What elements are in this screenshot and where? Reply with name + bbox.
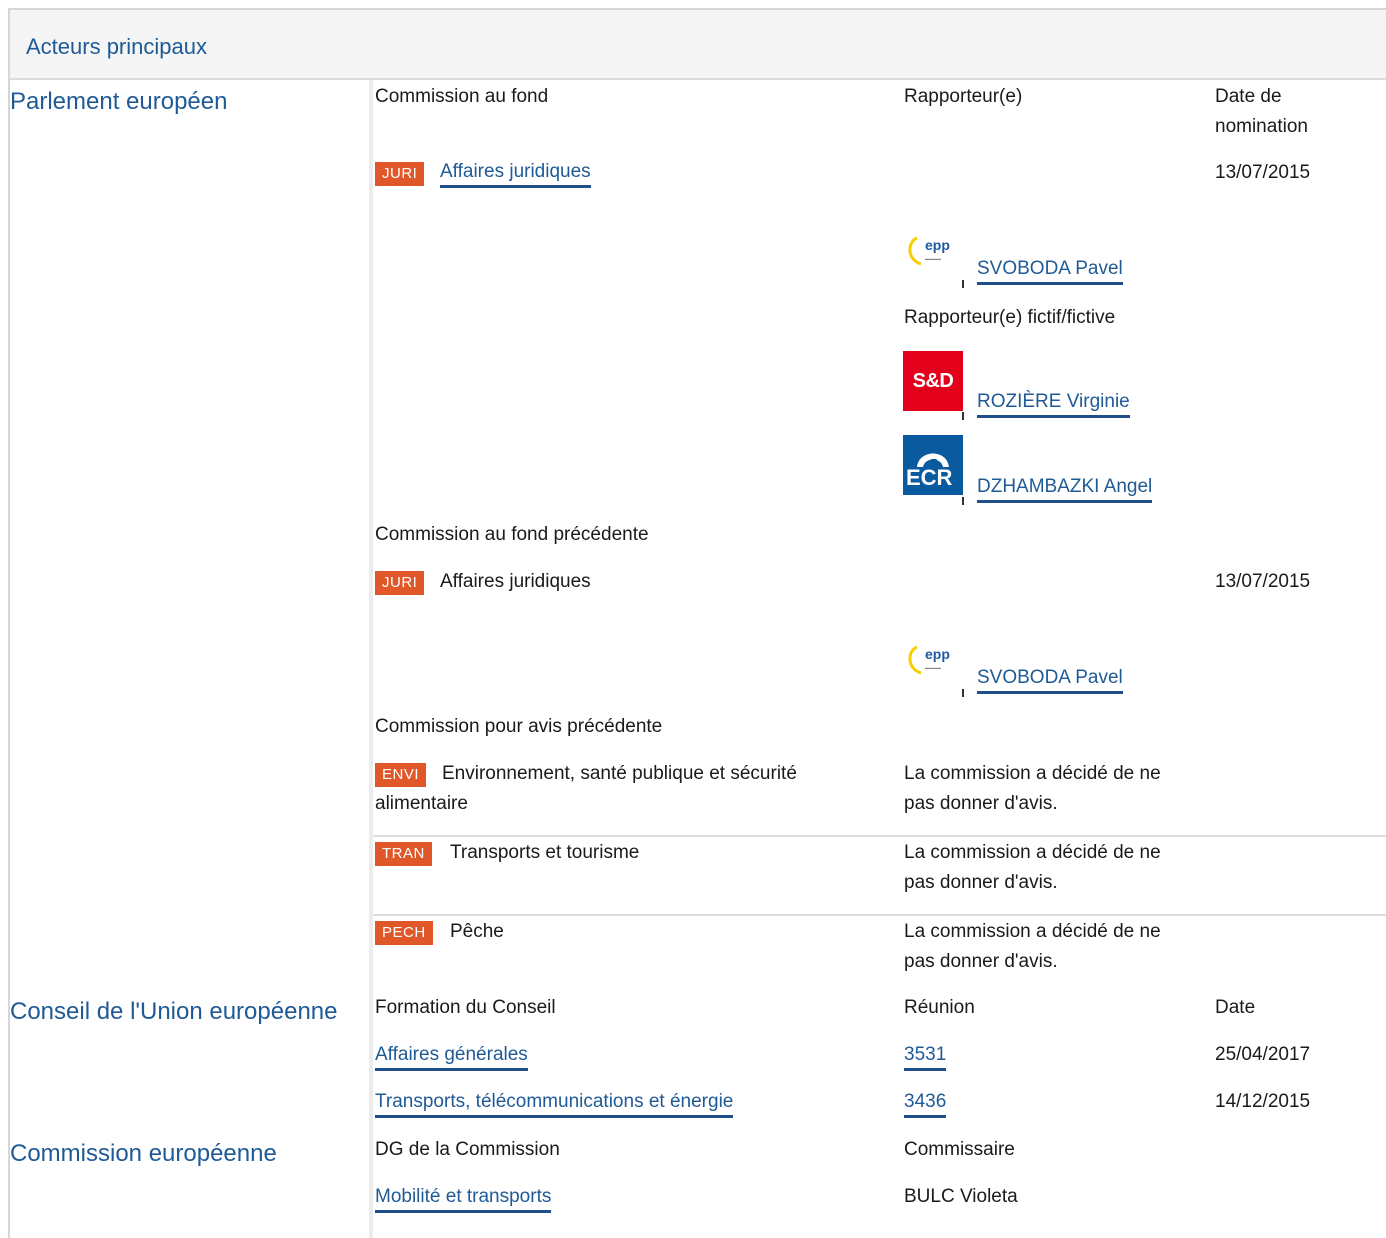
opinion-decision-cont: pas donner d'avis. [904, 872, 1058, 893]
section-title-council: Conseil de l'Union européenne [10, 998, 338, 1025]
opinion-decision: La commission a décidé de ne [904, 763, 1161, 784]
ecr-logo: ECR [903, 435, 963, 495]
council-date: 14/12/2015 [1215, 1091, 1311, 1112]
council-date: 25/04/2017 [1215, 1044, 1311, 1065]
section-title-commission: Commission européenne [10, 1140, 277, 1167]
shadow-rapporteur-label: Rapporteur(e) fictif/fictive [904, 307, 1116, 328]
row-divider [373, 914, 1386, 916]
col-header-date: Date [1215, 997, 1256, 1018]
opinion-decision-cont: pas donner d'avis. [904, 793, 1058, 814]
committee-code-badge: PECH [375, 921, 433, 945]
svg-text:▬▬▬▬: ▬▬▬▬ [925, 665, 941, 670]
main-committee-link[interactable]: Affaires juridiques [440, 160, 591, 188]
opinion-committee-name: Environnement, santé publique et sécurit… [442, 763, 797, 784]
col-header-dg: DG de la Commission [375, 1139, 560, 1160]
panel-header: Acteurs principaux [10, 10, 1386, 80]
commissioner-name: BULC Violeta [904, 1186, 1018, 1207]
col-header-formation: Formation du Conseil [375, 997, 556, 1018]
opinion-committee-name-cont: alimentaire [375, 793, 468, 814]
col-header-meeting: Réunion [904, 997, 975, 1018]
committee-code-badge: ENVI [375, 763, 427, 787]
opinion-decision: La commission a décidé de ne [904, 842, 1161, 863]
sd-logo: S&D [903, 351, 963, 411]
opinion-decision: La commission a décidé de ne [904, 921, 1161, 942]
opinion-committee-label: Commission pour avis précédente [375, 716, 663, 737]
rapporteur-link[interactable]: SVOBODA Pavel [977, 257, 1123, 285]
col-header-rapporteur: Rapporteur(e) [904, 86, 1023, 107]
council-meeting-link[interactable]: 3531 [904, 1043, 947, 1071]
col-header-date: Date de nomination [1215, 86, 1308, 137]
prev-rapporteur-link[interactable]: SVOBODA Pavel [977, 666, 1123, 694]
dg-link[interactable]: Mobilité et transports [375, 1185, 552, 1213]
epp-logo: epp ▬▬▬▬ [903, 218, 963, 278]
col-header-committee: Commission au fond [375, 86, 549, 107]
svg-text:epp: epp [925, 237, 950, 253]
committee-code-badge: JURI [375, 162, 425, 186]
council-meeting-link[interactable]: 3436 [904, 1090, 947, 1118]
opinion-committee-name: Transports et tourisme [450, 842, 640, 863]
main-committee-date: 13/07/2015 [1215, 162, 1311, 183]
svg-text:▬▬▬▬: ▬▬▬▬ [925, 256, 941, 261]
council-formation-link[interactable]: Affaires générales [375, 1043, 528, 1071]
committee-code-badge: JURI [375, 571, 425, 595]
opinion-decision-cont: pas donner d'avis. [904, 951, 1058, 972]
shadow-rapporteur-link[interactable]: DZHAMBAZKI Angel [977, 475, 1153, 503]
prev-committee-name: Affaires juridiques [440, 571, 591, 592]
council-formation-link[interactable]: Transports, télécommunications et énergi… [375, 1090, 734, 1118]
panel-title: Acteurs principaux [26, 34, 207, 59]
opinion-committee-name: Pêche [450, 921, 504, 942]
column-divider [369, 80, 373, 1238]
section-title-parliament: Parlement européen [10, 88, 228, 115]
main-actors-panel [8, 8, 1386, 1238]
committee-code-badge: TRAN [375, 842, 432, 866]
prev-committee-label: Commission au fond précédente [375, 524, 649, 545]
row-divider [373, 835, 1386, 837]
col-header-commissioner: Commissaire [904, 1139, 1015, 1160]
shadow-rapporteur-link[interactable]: ROZIÈRE Virginie [977, 390, 1130, 418]
epp-logo: epp ▬▬▬▬ [903, 627, 963, 687]
svg-text:epp: epp [925, 646, 950, 662]
prev-committee-date: 13/07/2015 [1215, 571, 1311, 592]
